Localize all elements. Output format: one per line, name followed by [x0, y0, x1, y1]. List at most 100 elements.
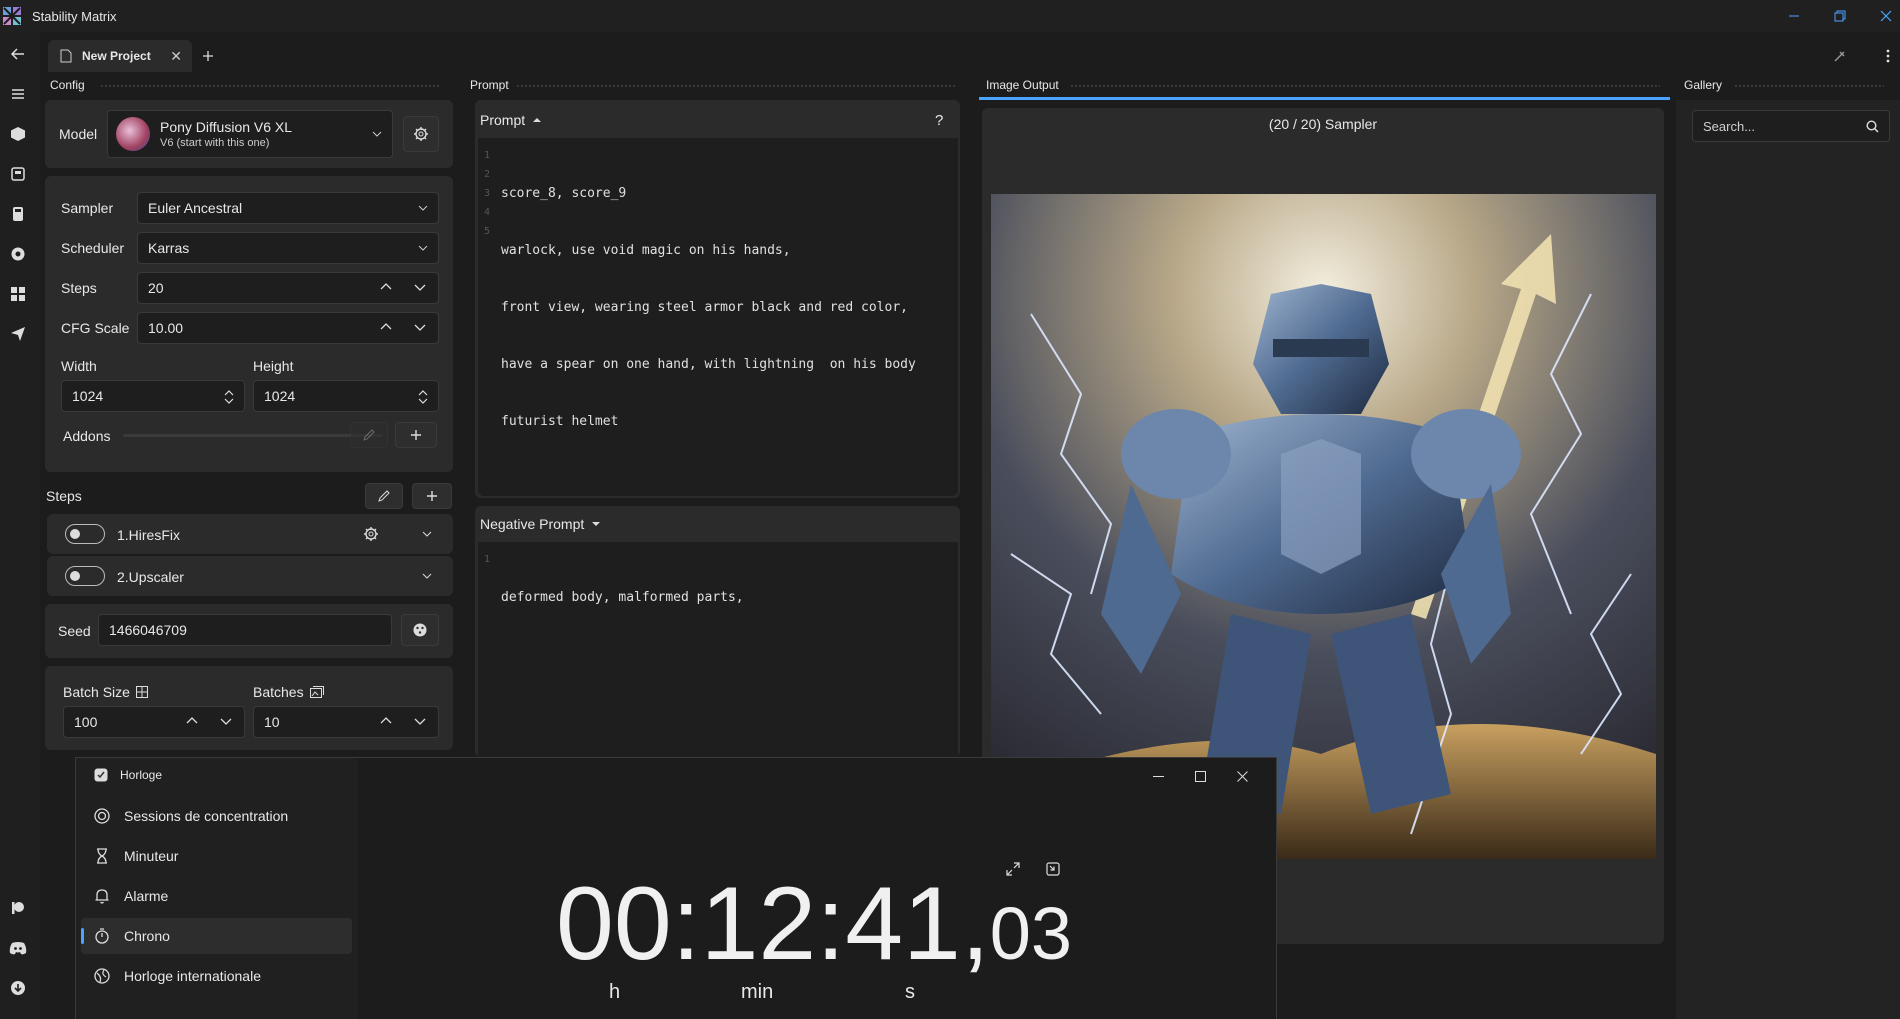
width-input[interactable]: 1024	[61, 380, 245, 412]
workflows-icon[interactable]	[4, 280, 32, 308]
packages-icon[interactable]	[4, 120, 32, 148]
gear-icon[interactable]	[363, 526, 379, 542]
height-input[interactable]: 1024	[253, 380, 439, 412]
stopwatch-time: 00 : 12 : 41 , 03	[556, 866, 1072, 976]
send-icon[interactable]	[4, 320, 32, 348]
steps-section-label: Steps	[46, 488, 82, 504]
hiresfix-toggle[interactable]	[65, 524, 105, 544]
tab-new-project[interactable]: New Project ✕	[48, 40, 192, 72]
steps-input[interactable]: 20	[137, 272, 439, 304]
scheduler-select[interactable]: Karras	[137, 232, 439, 264]
output-progress-bar	[979, 97, 1670, 100]
more-options-icon[interactable]	[1878, 46, 1898, 66]
menu-icon[interactable]	[4, 80, 32, 108]
decrement-icon[interactable]	[220, 718, 232, 726]
clock-nav-alarm[interactable]: Alarme	[81, 878, 352, 914]
batch-size-label: Batch Size	[63, 684, 130, 700]
pin-icon[interactable]	[1830, 46, 1850, 66]
cfg-input[interactable]: 10.00	[137, 312, 439, 344]
addons-edit-button[interactable]	[350, 422, 388, 448]
time-centiseconds: 03	[989, 892, 1073, 975]
clock-minimize-icon[interactable]	[1148, 766, 1168, 786]
add-tab-icon[interactable]	[200, 48, 216, 64]
step-item-upscaler[interactable]: 2.Upscaler	[47, 556, 453, 596]
seed-card: Seed 1466046709	[45, 604, 453, 658]
unit-hours-label: h	[609, 981, 621, 1003]
sampler-select[interactable]: Euler Ancestral	[137, 192, 439, 224]
spin-arrows-icon[interactable]	[224, 389, 234, 405]
search-icon[interactable]	[1866, 120, 1879, 133]
panel-divider	[1070, 84, 1660, 88]
model-select[interactable]: Pony Diffusion V6 XL V6 (start with this…	[107, 110, 393, 158]
random-seed-button[interactable]	[401, 614, 439, 646]
prompt-editor[interactable]: 12345 score_8, score_9 warlock, use void…	[478, 138, 958, 496]
restore-icon[interactable]	[1828, 4, 1852, 28]
spin-arrows-icon[interactable]	[418, 389, 428, 405]
step-item-hiresfix[interactable]: 1.HiresFix	[47, 514, 453, 554]
clock-nav-timer[interactable]: Minuteur	[81, 838, 352, 874]
patreon-icon[interactable]	[4, 894, 32, 922]
minimize-icon[interactable]	[1782, 4, 1806, 28]
caret-down-icon	[592, 521, 601, 527]
globe-icon	[94, 968, 110, 984]
help-icon[interactable]: ?	[935, 112, 943, 129]
decrement-icon[interactable]	[414, 284, 426, 292]
addons-label: Addons	[63, 428, 111, 444]
seed-input[interactable]: 1466046709	[98, 614, 392, 646]
model-browser-icon[interactable]	[4, 240, 32, 268]
batch-size-input[interactable]: 100	[63, 706, 245, 738]
negative-prompt-editor[interactable]: 1 deformed body, malformed parts,	[478, 542, 958, 757]
inference-icon[interactable]	[4, 160, 32, 188]
increment-icon[interactable]	[380, 282, 392, 290]
time-separator: :	[816, 866, 846, 982]
prompt-line: warlock, use void magic on his hands,	[501, 243, 791, 258]
model-thumbnail	[116, 117, 150, 151]
negative-prompt-line: deformed body, malformed parts,	[501, 590, 744, 605]
increment-icon[interactable]	[380, 716, 392, 724]
unit-minutes-label: min	[741, 981, 774, 1003]
clock-maximize-icon[interactable]	[1190, 766, 1210, 786]
panel-divider	[100, 84, 440, 88]
model-version: V6 (start with this one)	[160, 137, 270, 149]
clock-nav-focus-sessions[interactable]: Sessions de concentration	[81, 798, 352, 834]
chevron-down-icon[interactable]	[422, 573, 432, 579]
steps-edit-button[interactable]	[365, 483, 403, 509]
batches-input[interactable]: 10	[253, 706, 439, 738]
scheduler-value: Karras	[148, 240, 190, 256]
prompt-header[interactable]: Prompt	[480, 112, 542, 128]
discord-icon[interactable]	[4, 934, 32, 962]
progress-text: (20 / 20) Sampler	[1268, 116, 1378, 132]
upscaler-toggle[interactable]	[65, 566, 105, 586]
increment-icon[interactable]	[186, 716, 198, 724]
back-arrow-icon[interactable]	[4, 40, 32, 68]
negative-prompt-header[interactable]: Negative Prompt	[480, 516, 601, 532]
addons-scrollbar[interactable]	[123, 434, 383, 437]
negative-prompt-card: Negative Prompt 1 deformed body, malform…	[475, 506, 960, 757]
gallery-panel-title: Gallery	[1684, 78, 1723, 92]
clock-nav-label: Chrono	[124, 928, 170, 944]
checkpoints-icon[interactable]	[4, 200, 32, 228]
gallery-search-input[interactable]: Search...	[1692, 110, 1890, 142]
batches-value: 10	[264, 714, 280, 730]
increment-icon[interactable]	[380, 322, 392, 330]
clock-nav-world-clock[interactable]: Horloge internationale	[81, 958, 352, 994]
clock-nav-label: Minuteur	[124, 848, 179, 864]
download-icon[interactable]	[4, 974, 32, 1002]
output-panel-title: Image Output	[986, 78, 1059, 92]
addons-add-button[interactable]	[395, 422, 437, 448]
chevron-down-icon[interactable]	[422, 531, 432, 537]
clock-app-title: Horloge	[120, 768, 163, 782]
model-settings-button[interactable]	[403, 116, 439, 152]
prompt-line: futurist helmet	[501, 414, 619, 429]
clock-nav-stopwatch[interactable]: Chrono	[81, 918, 352, 954]
decrement-icon[interactable]	[414, 324, 426, 332]
close-icon[interactable]	[1874, 4, 1898, 28]
tab-close-icon[interactable]: ✕	[170, 48, 182, 65]
document-icon	[60, 49, 72, 63]
decrement-icon[interactable]	[414, 718, 426, 726]
clock-nav-label: Horloge internationale	[124, 968, 261, 984]
steps-add-button[interactable]	[412, 483, 452, 509]
seed-label: Seed	[58, 623, 91, 639]
app-title: Stability Matrix	[32, 9, 117, 24]
clock-close-icon[interactable]	[1232, 766, 1252, 786]
